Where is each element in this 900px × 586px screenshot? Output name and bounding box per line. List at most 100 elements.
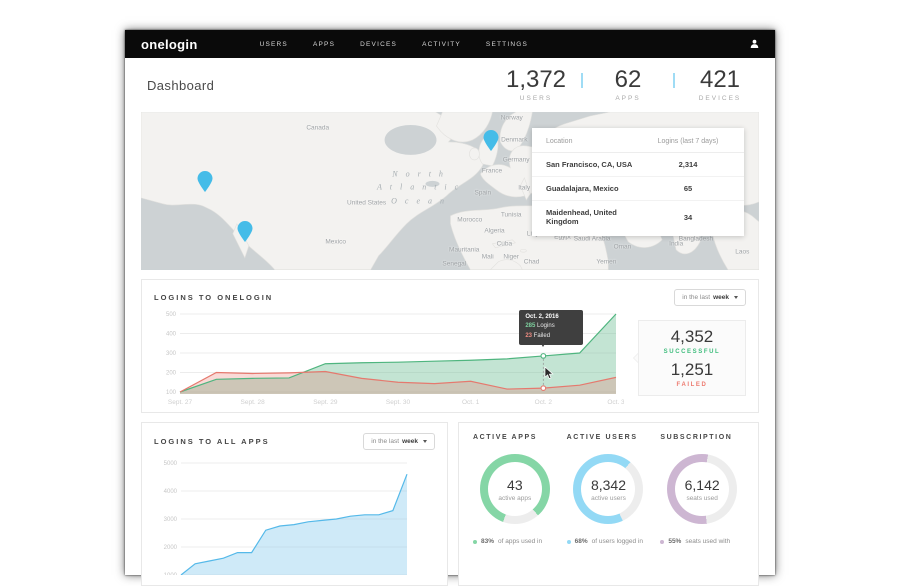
nav-item-users[interactable]: USERS (260, 41, 288, 48)
location-logins: 2,314 (646, 160, 730, 169)
user-icon[interactable] (750, 35, 759, 53)
location-row: San Francisco, CA, USA2,314 (532, 153, 744, 177)
donut-center: 8,342 active users (581, 462, 635, 516)
map-pin[interactable] (237, 221, 252, 247)
usage-section-subscription: SUBSCRIPTION6,142seats used55% seats use… (660, 434, 744, 545)
map-label-laos: Laos (735, 248, 749, 255)
logins-area-chart[interactable]: Oct. 2, 2016 285 Logins 23 Failed 100200… (154, 309, 624, 407)
map-label-yemen: Yemen (596, 259, 616, 266)
col-location: Location (546, 138, 646, 145)
location-name: Guadalajara, Mexico (546, 184, 646, 193)
apps-panel-title: LOGINS TO ALL APPS (154, 437, 270, 446)
location-row: Guadalajara, Mexico65 (532, 177, 744, 201)
donut-sublabel: active users (591, 495, 626, 502)
stat-separator (581, 73, 583, 88)
footnote-dot (473, 540, 477, 544)
map-label-denmark: Denmark (501, 136, 527, 143)
donut-value: 43 (507, 477, 523, 493)
svg-text:Oct. 2: Oct. 2 (535, 399, 553, 406)
map-label-bangladesh: Bangladesh (679, 236, 713, 243)
svg-text:200: 200 (166, 371, 177, 377)
svg-text:Oct. 1: Oct. 1 (462, 399, 480, 406)
location-name: San Francisco, CA, USA (546, 160, 646, 169)
nav-item-settings[interactable]: SETTINGS (486, 41, 528, 48)
apps-area-chart[interactable]: 10002000300040005000 (154, 457, 411, 575)
onelogin-logo: onelogin (141, 37, 198, 52)
stat-value: 421 (689, 68, 751, 92)
donut-value: 8,342 (591, 477, 626, 493)
successful-label: SUCCESSFUL (664, 349, 721, 355)
failed-count: 1,251 (671, 361, 714, 380)
nav-item-apps[interactable]: APPS (313, 41, 335, 48)
logins-range-dropdown[interactable]: in the last week (674, 289, 746, 306)
map-label-senegal: Senegal (442, 260, 466, 267)
donut-center: 6,142seats used (675, 462, 729, 516)
stat-separator (673, 73, 675, 88)
map-label-tunisia: Tunisia (501, 212, 522, 219)
usage-section-title: SUBSCRIPTION (660, 434, 744, 441)
donut-sublabel: active apps (498, 495, 531, 502)
world-map[interactable]: N o r t hA t l a n t i cO c e a n Canada… (141, 112, 759, 270)
logins-summary-box: 4,352 SUCCESSFUL 1,251 FAILED (638, 320, 746, 396)
stat-value: 1,372 (505, 68, 567, 92)
stat-value: 62 (597, 68, 659, 92)
svg-text:4000: 4000 (164, 489, 178, 495)
map-label-mexico: Mexico (325, 238, 346, 245)
top-navbar: onelogin USERS APPS DEVICES ACTIVITY SETTING… (125, 30, 775, 58)
svg-text:Oct. 3: Oct. 3 (607, 399, 624, 406)
svg-text:100: 100 (166, 390, 177, 396)
map-label-oman: Oman (614, 244, 632, 251)
map-label-france: France (482, 168, 502, 175)
usage-section-title: ACTIVE APPS (473, 434, 557, 441)
svg-text:Sept. 28: Sept. 28 (241, 399, 266, 406)
dropdown-prefix: in the last (371, 438, 399, 445)
location-logins: 65 (646, 184, 730, 193)
footnote-dot (660, 540, 664, 544)
stat-label: DEVICES (689, 95, 751, 102)
stat-label: USERS (505, 95, 567, 102)
map-label-united-states: United States (347, 199, 386, 206)
map-pin[interactable] (197, 171, 212, 197)
nav-menu: USERS APPS DEVICES ACTIVITY SETTINGS (260, 41, 528, 48)
page-title: Dashboard (147, 78, 214, 93)
svg-text:500: 500 (166, 312, 177, 318)
apps-range-dropdown[interactable]: in the last week (363, 433, 435, 450)
locations-table-header: Location Logins (last 7 days) (532, 131, 744, 153)
col-logins: Logins (last 7 days) (646, 138, 730, 145)
location-logins: 34 (646, 213, 730, 222)
svg-text:Sept. 27: Sept. 27 (168, 399, 193, 406)
chevron-down-icon (734, 296, 738, 299)
donut-chart: 6,142seats used (667, 454, 737, 524)
map-label-algeria: Algeria (484, 227, 504, 234)
nav-item-activity[interactable]: ACTIVITY (422, 41, 461, 48)
logins-to-onelogin-panel: LOGINS TO ONELOGIN in the last week Oct.… (141, 279, 759, 413)
nav-item-devices[interactable]: DEVICES (360, 41, 397, 48)
footnote-dot (567, 540, 571, 544)
map-label-morocco: Morocco (457, 217, 482, 224)
map-label-niger: Niger (503, 254, 519, 261)
svg-text:300: 300 (166, 351, 177, 357)
svg-text:Sept. 29: Sept. 29 (313, 399, 338, 406)
svg-text:3000: 3000 (164, 517, 178, 523)
stat-users: 1,372 USERS (505, 68, 567, 102)
map-label-canada: Canada (306, 124, 329, 131)
map-label-cuba: Cuba (497, 240, 513, 247)
logins-to-all-apps-card: LOGINS TO ALL APPS in the last week 1000… (141, 422, 448, 586)
map-label-saudi-arabia: Saudi Arabia (574, 236, 611, 243)
location-row: Maidenhead, United Kingdom34 (532, 201, 744, 233)
usage-section-active-users: ACTIVE USERS8,342active users68% of user… (567, 434, 651, 545)
usage-footnote: 83% of apps used in (473, 538, 557, 545)
svg-text:400: 400 (166, 332, 177, 338)
usage-section-active-apps: ACTIVE APPS 43 active apps 83% of apps used… (473, 434, 557, 545)
dashboard-header: Dashboard 1,372 USERS 62APPS 421 DEVICES (125, 58, 775, 112)
map-label-mali: Mali (482, 254, 494, 261)
map-pin[interactable] (483, 130, 498, 156)
stat-apps: 62APPS (597, 68, 659, 102)
svg-text:1000: 1000 (164, 573, 178, 575)
usage-footnote: 68% of users logged in (567, 538, 651, 545)
dropdown-value: week (713, 294, 729, 301)
successful-count: 4,352 (671, 328, 714, 347)
map-label-norway: Norway (501, 114, 523, 121)
map-label-italy: Italy (518, 184, 530, 191)
dropdown-value: week (402, 438, 418, 445)
